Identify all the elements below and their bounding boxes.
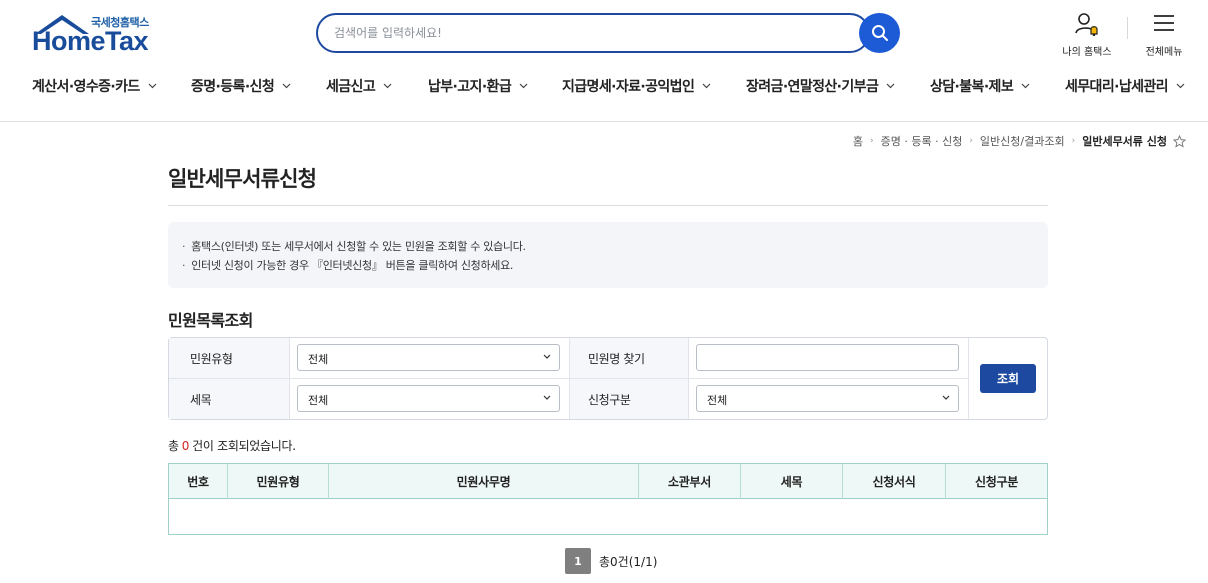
breadcrumb-category[interactable]: 증명 · 등록 · 신청 — [881, 133, 963, 149]
notice-item: 인터넷 신청이 가능한 경우 『인터넷신청』 버튼을 클릭하여 신청하세요. — [182, 256, 1048, 275]
table-header: 번호 민원유형 민원사무명 소관부서 세목 신청서식 신청구분 — [169, 464, 1047, 499]
gnb-item-certificate[interactable]: 증명·등록·신청 — [191, 76, 291, 96]
result-prefix: 총 — [168, 439, 179, 453]
col-divider — [569, 338, 570, 419]
apply-type-label: 신청구분 — [588, 393, 631, 407]
column-header-number: 번호 — [169, 464, 228, 499]
notice-box: 홈택스(인터넷) 또는 세무서에서 신청할 수 있는 민원을 조회할 수 있습니… — [168, 222, 1048, 288]
page-number-current[interactable]: 1 — [565, 548, 591, 574]
gnb-label: 지급명세·자료·공익법인 — [562, 79, 695, 95]
column-header-form: 신청서식 — [843, 464, 946, 499]
chevron-down-icon — [1021, 83, 1030, 89]
chevron-down-icon — [383, 83, 392, 89]
search-submit-button[interactable]: 조회 — [980, 364, 1036, 393]
pagination: 1 총0건(1/1) — [565, 548, 657, 574]
chevron-down-icon — [148, 83, 157, 89]
all-menu-label: 전체메뉴 — [1145, 47, 1183, 58]
hamburger-icon — [1154, 15, 1174, 31]
gnb-label: 세무대리·납세관리 — [1065, 79, 1169, 95]
tax-item-select[interactable]: 전체 — [297, 385, 560, 412]
chevron-down-icon — [543, 354, 551, 359]
column-header-apply: 신청구분 — [975, 475, 1018, 489]
result-count: 총 0 건이 조회되었습니다. — [168, 437, 296, 454]
breadcrumb-separator: › — [1071, 136, 1076, 146]
page-title: 일반세무서류신청 — [168, 167, 317, 191]
my-hometax-label: 나의 홈택스 — [1062, 47, 1112, 58]
search-box — [316, 13, 870, 53]
chevron-down-icon — [519, 83, 528, 89]
col-divider — [688, 338, 689, 419]
complaint-name-label: 민원명 찾기 — [588, 352, 645, 366]
column-header-tax: 세목 — [741, 464, 843, 499]
star-icon[interactable] — [1173, 134, 1186, 148]
breadcrumb-separator: › — [969, 136, 973, 146]
gnb-label: 납부·고지·환급 — [428, 79, 512, 95]
complaint-name-input[interactable] — [696, 344, 959, 371]
util-divider — [1127, 17, 1128, 39]
column-header-name: 민원사무명 — [329, 464, 639, 499]
tax-item-value: 전체 — [308, 394, 329, 407]
chevron-down-icon — [886, 83, 895, 89]
result-suffix: 건이 조회되었습니다. — [192, 439, 296, 453]
result-number: 0 — [181, 439, 190, 453]
gnb-label: 장려금·연말정산·기부금 — [746, 79, 879, 95]
column-header-type: 민원유형 — [228, 464, 329, 499]
col-divider — [968, 338, 969, 419]
main-navigation: 계산서·영수증·카드 증명·등록·신청 세금신고 납부·고지·환급 지급명세·자… — [0, 76, 1208, 102]
search-conditions: 민원유형 전체 민원명 찾기 세목 전체 신청구분 전체 조회 — [168, 337, 1048, 420]
chevron-down-icon — [282, 83, 291, 89]
gnb-item-incentive[interactable]: 장려금·연말정산·기부금 — [746, 76, 895, 96]
complaint-type-select[interactable]: 전체 — [297, 344, 560, 371]
chevron-down-icon — [543, 395, 551, 400]
gnb-item-payment[interactable]: 납부·고지·환급 — [428, 76, 528, 96]
tax-item-label: 세목 — [190, 393, 212, 407]
gnb-divider — [0, 121, 1208, 122]
result-table: 번호 민원유형 민원사무명 소관부서 세목 신청서식 신청구분 — [168, 463, 1048, 535]
breadcrumb: 홈 › 증명 · 등록 · 신청 › 일반신청/결과조회 › 일반세무서류 신청 — [853, 133, 1186, 149]
section-title: 민원목록조회 — [168, 311, 253, 330]
complaint-type-value: 전체 — [308, 353, 329, 366]
user-bell-icon — [1075, 13, 1098, 37]
search-button[interactable] — [859, 13, 900, 53]
gnb-label: 증명·등록·신청 — [191, 79, 275, 95]
column-header-department: 소관부서 — [639, 464, 741, 499]
page-total: 총0건(1/1) — [599, 554, 658, 569]
all-menu-button[interactable]: 전체메뉴 — [1142, 12, 1186, 58]
gnb-item-tax-report[interactable]: 세금신고 — [326, 76, 392, 96]
gnb-label: 세금신고 — [326, 79, 376, 95]
gnb-label: 상담·불복·제보 — [930, 79, 1014, 95]
my-hometax-button[interactable]: 나의 홈택스 — [1058, 12, 1116, 58]
chevron-down-icon — [942, 395, 950, 400]
col-divider — [289, 338, 290, 419]
gnb-item-agent[interactable]: 세무대리·납세관리 — [1065, 76, 1185, 96]
chevron-down-icon — [702, 83, 711, 89]
breadcrumb-current: 일반세무서류 신청 — [1082, 135, 1167, 148]
apply-type-select[interactable]: 전체 — [696, 385, 959, 412]
search-input[interactable] — [334, 23, 834, 43]
gnb-item-statement[interactable]: 지급명세·자료·공익법인 — [562, 76, 711, 96]
search-icon — [871, 25, 888, 41]
logo-title: HomeTax — [32, 26, 149, 56]
gnb-item-invoice[interactable]: 계산서·영수증·카드 — [32, 76, 157, 96]
breadcrumb-home[interactable]: 홈 — [853, 133, 863, 149]
gnb-item-consult[interactable]: 상담·불복·제보 — [930, 76, 1030, 96]
breadcrumb-subcategory[interactable]: 일반신청/결과조회 — [980, 133, 1065, 149]
chevron-down-icon — [1176, 83, 1185, 89]
apply-type-value: 전체 — [707, 394, 728, 407]
breadcrumb-separator: › — [870, 136, 874, 146]
gnb-label: 계산서·영수증·카드 — [32, 79, 140, 95]
hometax-logo[interactable]: 국세청홈택스 HomeTax — [32, 13, 156, 55]
notice-item: 홈택스(인터넷) 또는 세무서에서 신청할 수 있는 민원을 조회할 수 있습니… — [182, 237, 1048, 256]
title-divider — [168, 205, 1048, 206]
complaint-type-label: 민원유형 — [190, 352, 233, 366]
